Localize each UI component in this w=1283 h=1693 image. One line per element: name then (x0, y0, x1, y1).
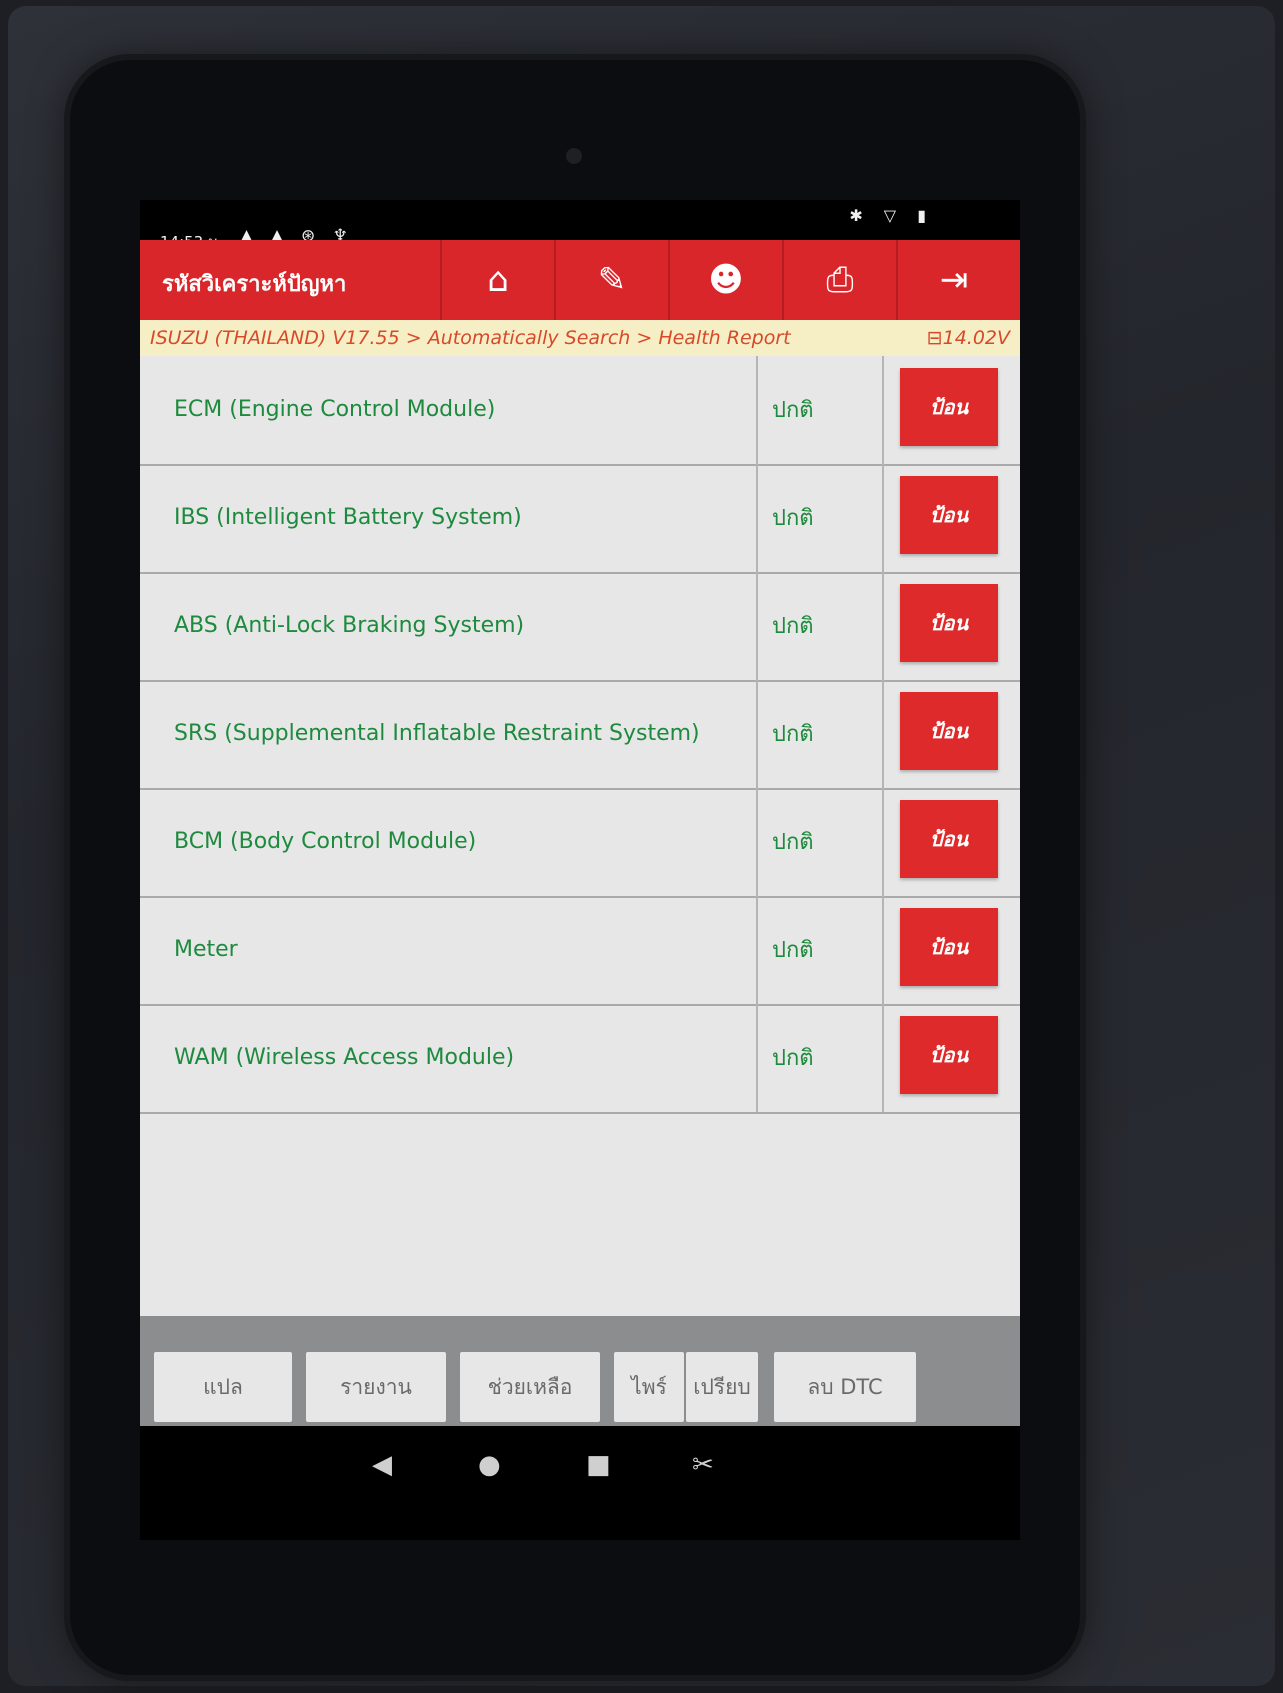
toolbar: ⌂ ✎ ☻ ⎙ ⇥ (440, 240, 1010, 320)
translate-button[interactable]: แปล (154, 1352, 292, 1422)
table-row: Meter ปกติ ป้อน (140, 896, 1020, 1006)
table-row: WAM (Wireless Access Module) ปกติ ป้อน (140, 1004, 1020, 1114)
home-icon: ⌂ (487, 260, 509, 300)
android-nav-bar: ◀ ● ■ ✂ (140, 1426, 1020, 1506)
help-button[interactable]: ช่วยเหลือ (460, 1352, 600, 1422)
module-status: ปกติ (760, 896, 884, 1004)
user-icon: ☻ (708, 260, 744, 300)
battery-voltage-value: 14.02V (942, 327, 1010, 349)
module-status: ปกติ (760, 464, 884, 572)
screenshot-icon[interactable]: ✂ (692, 1450, 714, 1480)
enter-button[interactable]: ป้อน (900, 476, 998, 554)
screen: 14:53 น. ▲ ▲ ⊛ ♆ ✱ ▽ ▮ รหัสวิเคราะห์ปัญห… (140, 200, 1020, 1540)
exit-icon: ⇥ (939, 260, 969, 300)
module-status: ปกติ (760, 1004, 884, 1112)
action-cell: ป้อน (886, 464, 1020, 572)
front-camera (566, 148, 582, 164)
action-cell: ป้อน (886, 680, 1020, 788)
module-status: ปกติ (760, 788, 884, 896)
exit-button[interactable]: ⇥ (896, 240, 1010, 320)
print-icon: ⎙ (826, 260, 854, 300)
app-header: รหัสวิเคราะห์ปัญหา ⌂ ✎ ☻ ⎙ ⇥ (140, 240, 1020, 320)
module-status: ปกติ (760, 356, 884, 464)
compare-button[interactable]: เปรียบ (686, 1352, 758, 1422)
user-button[interactable]: ☻ (668, 240, 782, 320)
table-row: BCM (Body Control Module) ปกติ ป้อน (140, 788, 1020, 898)
action-cell: ป้อน (886, 896, 1020, 1004)
enter-button[interactable]: ป้อน (900, 908, 998, 986)
enter-button[interactable]: ป้อน (900, 692, 998, 770)
battery-icon: ⊟ (926, 327, 943, 349)
module-name: SRS (Supplemental Inflatable Restraint S… (140, 680, 758, 788)
breadcrumb-path: ISUZU (THAILAND) V17.55 > Automatically … (150, 327, 791, 349)
page-title: รหัสวิเคราะห์ปัญหา (162, 272, 347, 297)
table-row: ECM (Engine Control Module) ปกติ ป้อน (140, 356, 1020, 466)
home-nav-icon[interactable]: ● (478, 1450, 501, 1480)
report-button[interactable]: รายงาน (306, 1352, 446, 1422)
edit-icon: ✎ (597, 260, 627, 300)
breadcrumb: ISUZU (THAILAND) V17.55 > Automatically … (140, 320, 1020, 356)
module-status: ปกติ (760, 572, 884, 680)
action-cell: ป้อน (886, 1004, 1020, 1112)
font-button[interactable]: ไพร์ (614, 1352, 684, 1422)
action-cell: ป้อน (886, 572, 1020, 680)
enter-button[interactable]: ป้อน (900, 584, 998, 662)
module-name: IBS (Intelligent Battery System) (140, 464, 758, 572)
system-icons: ✱ ▽ ▮ (849, 206, 934, 225)
health-report-list: ECM (Engine Control Module) ปกติ ป้อน IB… (140, 356, 1020, 1316)
enter-button[interactable]: ป้อน (900, 800, 998, 878)
home-button[interactable]: ⌂ (440, 240, 554, 320)
action-cell: ป้อน (886, 356, 1020, 464)
module-name: BCM (Body Control Module) (140, 788, 758, 896)
enter-button[interactable]: ป้อน (900, 368, 998, 446)
back-icon[interactable]: ◀ (372, 1450, 392, 1480)
module-name: WAM (Wireless Access Module) (140, 1004, 758, 1112)
enter-button[interactable]: ป้อน (900, 1016, 998, 1094)
clear-dtc-button[interactable]: ลบ DTC (774, 1352, 916, 1422)
action-cell: ป้อน (886, 788, 1020, 896)
table-row: ABS (Anti-Lock Braking System) ปกติ ป้อน (140, 572, 1020, 682)
module-name: ECM (Engine Control Module) (140, 356, 758, 464)
table-row: IBS (Intelligent Battery System) ปกติ ป้… (140, 464, 1020, 574)
battery-voltage: ⊟14.02V (927, 320, 1010, 356)
module-status: ปกติ (760, 680, 884, 788)
recents-icon[interactable]: ■ (586, 1450, 611, 1480)
edit-button[interactable]: ✎ (554, 240, 668, 320)
table-row: SRS (Supplemental Inflatable Restraint S… (140, 680, 1020, 790)
module-name: ABS (Anti-Lock Braking System) (140, 572, 758, 680)
bottom-button-bar: แปล รายงาน ช่วยเหลือ ไพร์ เปรียบ ลบ DTC (140, 1316, 1020, 1426)
print-button[interactable]: ⎙ (782, 240, 896, 320)
status-bar: 14:53 น. ▲ ▲ ⊛ ♆ ✱ ▽ ▮ (140, 200, 1020, 251)
module-name: Meter (140, 896, 758, 1004)
